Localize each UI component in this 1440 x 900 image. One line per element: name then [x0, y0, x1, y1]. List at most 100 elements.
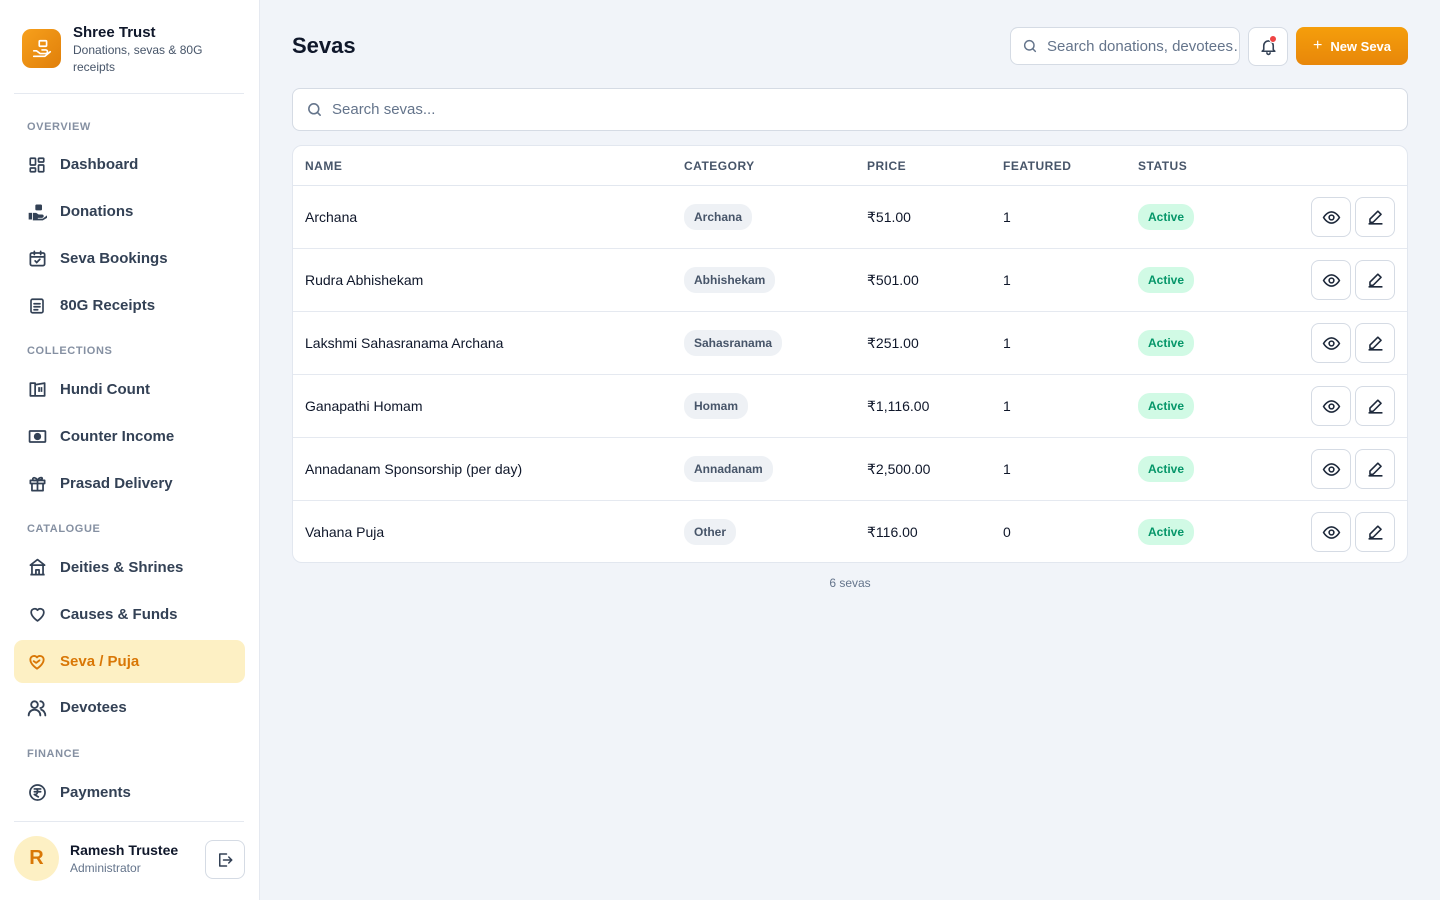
category-badge: Archana	[684, 204, 753, 230]
table-row: Lakshmi Sahasranama Archana Sahasranama …	[293, 312, 1407, 375]
status-badge: Active	[1138, 519, 1195, 545]
global-search[interactable]	[1010, 27, 1240, 65]
status-badge: Active	[1138, 204, 1195, 230]
seva-featured: 1	[1003, 398, 1011, 414]
sidebar-item-hundi-count[interactable]: Hundi Count	[14, 368, 245, 411]
pencil-icon	[1366, 523, 1385, 542]
seva-price: ₹51.00	[867, 208, 911, 225]
seva-featured: 1	[1003, 272, 1011, 288]
edit-button[interactable]	[1355, 449, 1395, 489]
category-badge: Annadanam	[684, 456, 773, 482]
seva-name: Annadanam Sponsorship (per day)	[305, 461, 523, 477]
hundi-box-icon	[27, 380, 47, 400]
seva-price: ₹501.00	[867, 271, 919, 288]
edit-button[interactable]	[1355, 323, 1395, 363]
seva-featured: 1	[1003, 209, 1011, 225]
search-icon	[306, 101, 323, 118]
notifications-button[interactable]	[1248, 27, 1288, 66]
plus-icon: +	[1312, 37, 1323, 54]
eye-icon	[1322, 334, 1341, 353]
logout-button[interactable]	[205, 840, 245, 879]
edit-button[interactable]	[1355, 386, 1395, 426]
seva-price: ₹251.00	[867, 334, 919, 351]
seva-name: Rudra Abhishekam	[305, 272, 424, 288]
user-role: Administrator	[70, 861, 141, 875]
table-row: Rudra Abhishekam Abhishekam ₹501.00 1 Ac…	[293, 249, 1407, 312]
eye-icon	[1322, 460, 1341, 479]
sidebar-item-counter-income[interactable]: Counter Income	[14, 415, 245, 458]
sidebar-item-dashboard[interactable]: Dashboard	[14, 143, 245, 186]
sidebar-item-label: Counter Income	[60, 428, 175, 445]
notification-dot	[1269, 35, 1277, 43]
sidebar-item-causes-funds[interactable]: Causes & Funds	[14, 593, 245, 636]
donation-hand-icon	[27, 202, 47, 222]
status-badge: Active	[1138, 267, 1195, 293]
pencil-icon	[1366, 334, 1385, 353]
edit-button[interactable]	[1355, 260, 1395, 300]
view-button[interactable]	[1311, 512, 1351, 552]
section-label-overview: OVERVIEW	[27, 121, 91, 133]
sidebar-item-seva-puja[interactable]: Seva / Puja	[14, 640, 245, 683]
user-name: Ramesh Trustee	[70, 842, 179, 858]
view-button[interactable]	[1311, 386, 1351, 426]
table-row: Ganapathi Homam Homam ₹1,116.00 1 Active	[293, 375, 1407, 438]
sidebar-item-label: Payments	[60, 784, 131, 801]
eye-icon	[1322, 523, 1341, 542]
sidebar-item-label: Prasad Delivery	[60, 475, 173, 492]
sidebar-item-seva-bookings[interactable]: Seva Bookings	[14, 237, 245, 280]
status-badge: Active	[1138, 456, 1195, 482]
sidebar-item-label: Causes & Funds	[60, 606, 178, 623]
brand: Shree Trust Donations, sevas & 80G recei…	[22, 24, 242, 76]
edit-button[interactable]	[1355, 197, 1395, 237]
sidebar-item-label: Deities & Shrines	[60, 559, 184, 576]
seva-price: ₹116.00	[867, 523, 918, 540]
global-search-input[interactable]	[1047, 37, 1237, 55]
view-button[interactable]	[1311, 323, 1351, 363]
temple-icon	[27, 558, 47, 578]
heart-hand-icon	[27, 652, 47, 672]
sidebar-item-payments[interactable]: Payments	[14, 771, 245, 814]
new-seva-button[interactable]: + New Seva	[1296, 27, 1408, 65]
result-count: 6 sevas	[829, 576, 871, 590]
seva-name: Archana	[305, 209, 358, 225]
category-badge: Sahasranama	[684, 330, 783, 356]
column-header-status: STATUS	[1138, 159, 1188, 173]
sidebar-item-prasad-delivery[interactable]: Prasad Delivery	[14, 462, 245, 505]
sidebar-item-label: Hundi Count	[60, 381, 150, 398]
avatar: R	[14, 836, 59, 881]
sidebar-item-devotees[interactable]: Devotees	[14, 686, 245, 729]
new-seva-label: New Seva	[1330, 38, 1392, 54]
view-button[interactable]	[1311, 449, 1351, 489]
view-button[interactable]	[1311, 260, 1351, 300]
sidebar-item-donations[interactable]: Donations	[14, 190, 245, 233]
brand-title: Shree Trust	[73, 24, 156, 41]
view-button[interactable]	[1311, 197, 1351, 237]
seva-featured: 1	[1003, 335, 1011, 351]
eye-icon	[1322, 208, 1341, 227]
column-header-category: CATEGORY	[684, 159, 755, 173]
dashboard-icon	[27, 155, 47, 175]
seva-search[interactable]	[292, 88, 1408, 131]
cash-icon	[27, 427, 47, 447]
eye-icon	[1322, 271, 1341, 290]
column-header-featured: FEATURED	[1003, 159, 1072, 173]
page-title: Sevas	[292, 33, 356, 58]
sidebar-item-80g-receipts[interactable]: 80G Receipts	[14, 284, 245, 327]
gift-icon	[27, 474, 47, 494]
heart-icon	[27, 605, 47, 625]
column-header-name: NAME	[305, 159, 343, 173]
section-label-finance: FINANCE	[27, 748, 81, 760]
table-row: Annadanam Sponsorship (per day) Annadana…	[293, 438, 1407, 501]
seva-price: ₹1,116.00	[867, 397, 930, 414]
seva-name: Vahana Puja	[305, 524, 385, 540]
divider	[14, 93, 244, 94]
seva-name: Lakshmi Sahasranama Archana	[305, 335, 504, 351]
user-profile: R Ramesh Trustee Administrator	[14, 836, 246, 881]
seva-search-input[interactable]	[332, 101, 1372, 118]
seva-featured: 0	[1003, 524, 1011, 540]
edit-button[interactable]	[1355, 512, 1395, 552]
logout-icon	[216, 851, 234, 869]
seva-featured: 1	[1003, 461, 1011, 477]
seva-name: Ganapathi Homam	[305, 398, 423, 414]
sidebar-item-deities-shrines[interactable]: Deities & Shrines	[14, 546, 245, 589]
